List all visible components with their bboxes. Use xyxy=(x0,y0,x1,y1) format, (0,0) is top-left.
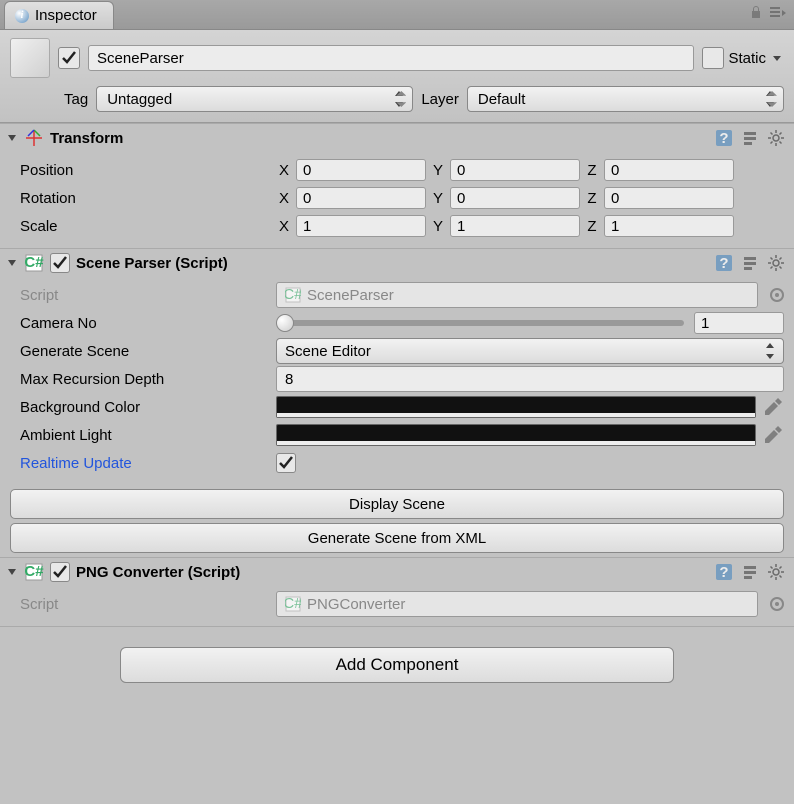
svg-text:C#: C# xyxy=(285,287,301,303)
transform-header[interactable]: Transform ? xyxy=(0,124,794,152)
background-color-label: Background Color xyxy=(20,399,270,416)
static-dropdown-icon[interactable] xyxy=(770,51,784,65)
svg-text:C#: C# xyxy=(285,596,301,612)
position-z-input[interactable] xyxy=(604,159,734,181)
generate-scene-xml-button[interactable]: Generate Scene from XML xyxy=(10,523,784,553)
scene-parser-enabled-checkbox[interactable] xyxy=(50,253,70,273)
transform-title: Transform xyxy=(50,130,708,147)
position-label: Position xyxy=(20,162,270,179)
realtime-update-checkbox[interactable] xyxy=(276,453,296,473)
foldout-icon xyxy=(6,132,18,144)
gear-icon[interactable] xyxy=(766,253,786,273)
svg-text:?: ? xyxy=(719,130,728,147)
csharp-file-icon: C# xyxy=(285,596,301,612)
script-field: C# PNGConverter xyxy=(276,591,758,617)
preset-icon[interactable] xyxy=(740,562,760,582)
scale-label: Scale xyxy=(20,218,270,235)
png-converter-header[interactable]: C# PNG Converter (Script) ? xyxy=(0,558,794,586)
scale-x-input[interactable] xyxy=(296,215,426,237)
rotation-label: Rotation xyxy=(20,190,270,207)
script-value: SceneParser xyxy=(307,287,394,304)
context-menu-icon[interactable] xyxy=(770,7,786,17)
layer-value: Default xyxy=(478,91,526,108)
tag-value: Untagged xyxy=(107,91,172,108)
display-scene-button[interactable]: Display Scene xyxy=(10,489,784,519)
rotation-z-input[interactable] xyxy=(604,187,734,209)
tag-select[interactable]: Untagged xyxy=(96,86,413,112)
preset-icon[interactable] xyxy=(740,253,760,273)
help-icon[interactable]: ? xyxy=(714,562,734,582)
generate-scene-select[interactable]: Scene Editor xyxy=(276,338,784,364)
info-icon: i xyxy=(15,9,29,23)
rotation-y-input[interactable] xyxy=(450,187,580,209)
preset-icon[interactable] xyxy=(740,128,760,148)
svg-text:?: ? xyxy=(719,564,728,581)
generate-scene-label: Generate Scene xyxy=(20,343,270,360)
gameobject-name-input[interactable] xyxy=(88,45,694,71)
inspector-tab[interactable]: i Inspector xyxy=(4,1,114,29)
static-label: Static xyxy=(728,50,766,67)
script-field: C# SceneParser xyxy=(276,282,758,308)
transform-icon xyxy=(24,128,44,148)
csharp-script-icon: C# xyxy=(24,253,44,273)
help-icon[interactable]: ? xyxy=(714,128,734,148)
gameobject-header: Static Tag Untagged Layer Default xyxy=(0,30,794,123)
script-label: Script xyxy=(20,596,270,613)
help-icon[interactable]: ? xyxy=(714,253,734,273)
scene-parser-component: C# Scene Parser (Script) ? Script C# Sce… xyxy=(0,248,794,553)
csharp-file-icon: C# xyxy=(285,287,301,303)
png-converter-title: PNG Converter (Script) xyxy=(76,564,708,581)
realtime-update-label: Realtime Update xyxy=(20,455,270,472)
rotation-x-input[interactable] xyxy=(296,187,426,209)
tab-title: Inspector xyxy=(35,7,97,24)
max-recursion-input[interactable] xyxy=(276,366,784,392)
foldout-icon xyxy=(6,257,18,269)
script-label: Script xyxy=(20,287,270,304)
camera-no-label: Camera No xyxy=(20,315,270,332)
tab-tools xyxy=(750,5,786,19)
gameobject-icon[interactable] xyxy=(10,38,50,78)
tab-bar: i Inspector xyxy=(0,0,794,30)
foldout-icon xyxy=(6,566,18,578)
position-y-input[interactable] xyxy=(450,159,580,181)
scale-y-input[interactable] xyxy=(450,215,580,237)
object-picker-icon[interactable] xyxy=(770,597,784,611)
add-component-area: Add Component xyxy=(0,626,794,703)
svg-text:?: ? xyxy=(719,255,728,272)
ambient-light-label: Ambient Light xyxy=(20,427,270,444)
scene-parser-header[interactable]: C# Scene Parser (Script) ? xyxy=(0,249,794,277)
lock-icon[interactable] xyxy=(750,5,762,19)
background-color-swatch[interactable] xyxy=(276,396,756,418)
svg-text:C#: C# xyxy=(24,254,44,271)
svg-text:C#: C# xyxy=(24,563,44,580)
max-recursion-label: Max Recursion Depth xyxy=(20,371,270,388)
layer-select[interactable]: Default xyxy=(467,86,784,112)
csharp-script-icon: C# xyxy=(24,562,44,582)
layer-label: Layer xyxy=(421,91,459,108)
scale-z-input[interactable] xyxy=(604,215,734,237)
scene-parser-title: Scene Parser (Script) xyxy=(76,255,708,272)
gear-icon[interactable] xyxy=(766,128,786,148)
static-checkbox[interactable] xyxy=(702,47,724,69)
object-picker-icon[interactable] xyxy=(770,288,784,302)
camera-no-slider[interactable] xyxy=(276,320,684,326)
ambient-light-swatch[interactable] xyxy=(276,424,756,446)
add-component-button[interactable]: Add Component xyxy=(120,647,674,683)
png-converter-enabled-checkbox[interactable] xyxy=(50,562,70,582)
transform-component: Transform ? Position X Y Z Rotation X Y … xyxy=(0,123,794,248)
eyedropper-icon[interactable] xyxy=(762,396,784,418)
eyedropper-icon[interactable] xyxy=(762,424,784,446)
gear-icon[interactable] xyxy=(766,562,786,582)
position-x-input[interactable] xyxy=(296,159,426,181)
script-value: PNGConverter xyxy=(307,596,405,613)
png-converter-component: C# PNG Converter (Script) ? Script C# PN… xyxy=(0,557,794,626)
active-checkbox[interactable] xyxy=(58,47,80,69)
tag-label: Tag xyxy=(64,91,88,108)
camera-no-value[interactable]: 1 xyxy=(694,312,784,334)
